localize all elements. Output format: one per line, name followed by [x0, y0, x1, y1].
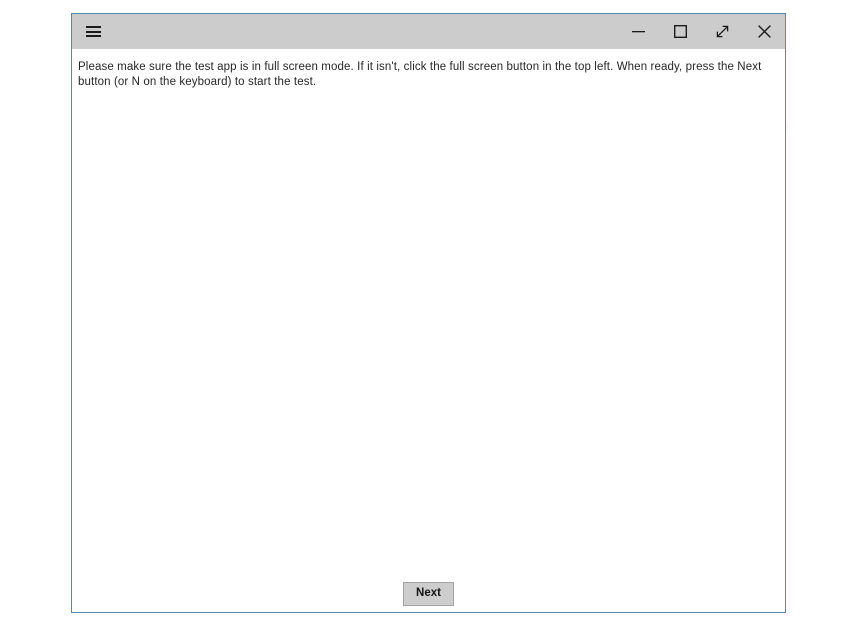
fullscreen-button[interactable] — [701, 14, 743, 49]
close-x-icon — [757, 25, 771, 38]
close-button[interactable] — [743, 14, 785, 49]
instruction-text: Please make sure the test app is in full… — [78, 61, 762, 88]
next-button[interactable]: Next — [403, 582, 454, 606]
diagonal-double-arrow-icon — [716, 25, 728, 38]
window-client-area: Please make sure the test app is in full… — [72, 49, 785, 612]
minimize-icon — [631, 31, 645, 33]
hamburger-menu-button[interactable] — [72, 14, 112, 49]
window-controls — [617, 14, 785, 49]
maximize-square-icon — [673, 25, 687, 38]
footer-bar: Next — [72, 582, 785, 606]
window-title-bar[interactable] — [72, 14, 785, 49]
hamburger-menu-icon — [85, 26, 101, 37]
app-window: Please make sure the test app is in full… — [71, 13, 786, 613]
title-bar-drag-region[interactable] — [112, 14, 617, 49]
maximize-button[interactable] — [659, 14, 701, 49]
minimize-button[interactable] — [617, 14, 659, 49]
